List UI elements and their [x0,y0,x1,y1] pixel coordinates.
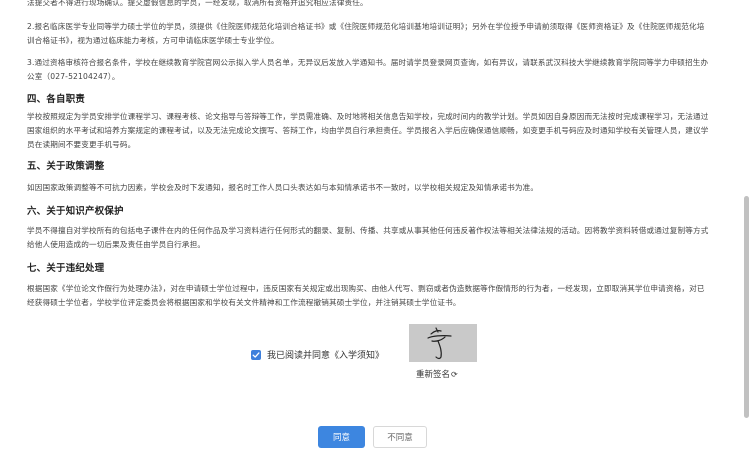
paragraph-ip: 学员不得擅自对学校所有的包括电子课件在内的任何作品及学习资料进行任何形式的翻录、… [27,226,709,249]
agree-button[interactable]: 同意 [318,426,365,448]
section-heading-ip: 六、关于知识产权保护 [27,206,124,217]
agreement-row[interactable]: 我已阅读并同意《入学须知》 [251,348,384,361]
refresh-icon: ⟳ [451,369,458,379]
resign-label: 重新签名 [416,370,451,380]
paragraph-discipline: 根据国家《学位论文作假行为处理办法》，对在申请硕士学位过程中，违反国家有关规定或… [27,284,705,307]
paragraph-admission-review: 3.通过资格审核符合报名条件，学校在继续教育学院官网公示拟入学人员名单，无异议后… [27,58,709,81]
resign-button[interactable]: 重新签名 ⟳ [416,368,458,381]
disagree-button[interactable]: 不同意 [373,426,427,448]
paragraph-cut-top: 法提交者不得进行现场确认。提交虚假信息的学员，一经发现，取消所有资格并追究相应法… [27,0,368,7]
agree-label[interactable]: 我已阅读并同意《入学须知》 [267,348,384,361]
signature-pad[interactable] [409,324,477,362]
agree-checkbox[interactable] [251,349,261,360]
signature-stroke [427,327,452,360]
scrollbar-thumb[interactable] [744,196,749,418]
section-heading-discipline: 七、关于违纪处理 [27,263,105,274]
paragraph-policy: 如因国家政策调整等不可抗力因素，学校会及时下发通知，报名时工作人员口头表达如与本… [27,183,539,192]
section-heading-responsibilities: 四、各自职责 [27,94,86,105]
section-heading-policy: 五、关于政策调整 [27,161,105,172]
check-icon [252,351,260,358]
paragraph-responsibilities: 学校按照规定为学员安排学位课程学习、课程考核、论文指导与答辩等工作，学员需准确、… [27,112,709,149]
paragraph-clinical-medicine: 2.报名临床医学专业同等学力硕士学位的学员，须提供《住院医师规范化培训合格证书》… [27,22,705,45]
